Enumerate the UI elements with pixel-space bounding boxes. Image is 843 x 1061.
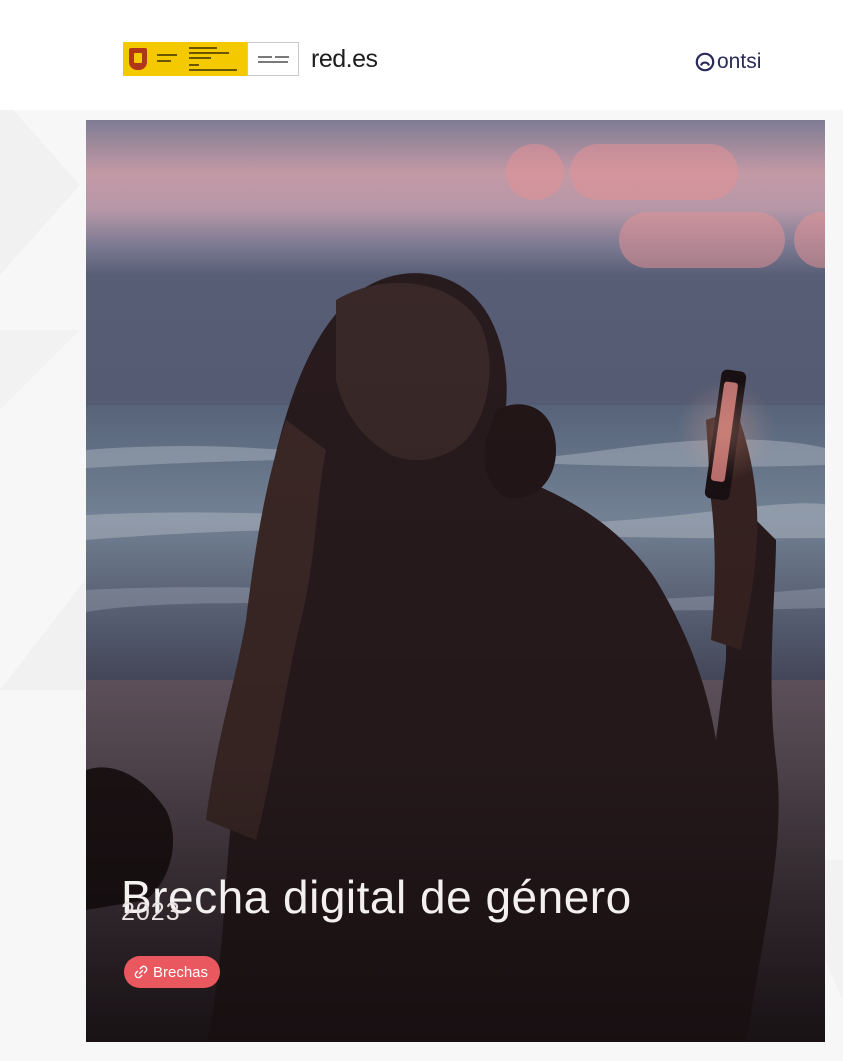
decorative-pill-shape bbox=[570, 144, 738, 200]
government-of-spain-logo-icon bbox=[123, 42, 299, 76]
ontsi-logo: ontsi bbox=[695, 50, 761, 74]
red-es-logo: red.es bbox=[311, 45, 378, 73]
decorative-pill-shape bbox=[506, 144, 564, 200]
backdrop-shape bbox=[0, 95, 80, 275]
badge-label: Brechas bbox=[153, 963, 209, 981]
backdrop-shape bbox=[0, 330, 80, 410]
report-year: 2023 bbox=[121, 898, 181, 926]
ontsi-wordmark: ontsi bbox=[717, 50, 762, 73]
cover-image-panel: Brecha digital de género 2023 Brechas bbox=[86, 120, 825, 1042]
report-title: Brecha digital de género bbox=[121, 870, 632, 923]
link-icon bbox=[134, 965, 148, 979]
backdrop-shape bbox=[0, 580, 85, 690]
decorative-pill-shape bbox=[619, 212, 785, 268]
report-cover-page: red.es ontsi Brecha digital de género 20… bbox=[0, 0, 843, 1061]
ontsi-logo-icon bbox=[695, 52, 715, 72]
brechas-tag-badge[interactable]: Brechas bbox=[124, 956, 221, 988]
cover-header: red.es ontsi bbox=[0, 0, 843, 110]
